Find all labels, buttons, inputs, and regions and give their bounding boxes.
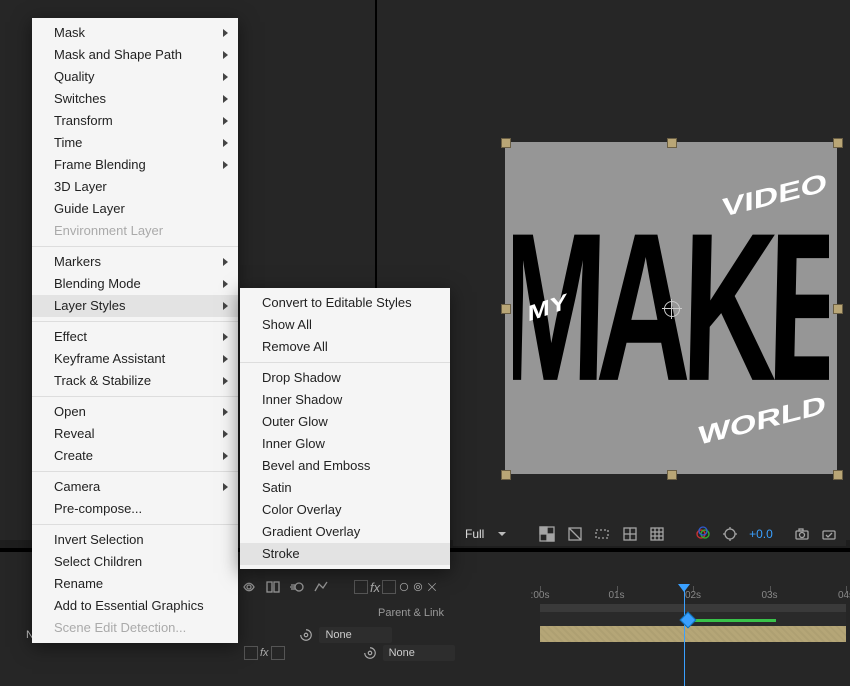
menu-item-convert-to-editable-styles[interactable]: Convert to Editable Styles	[240, 292, 450, 314]
current-time-indicator[interactable]	[684, 586, 685, 686]
cached-frames-bar	[687, 619, 776, 622]
resize-handle-br[interactable]	[833, 470, 843, 480]
menu-separator	[32, 471, 238, 472]
menu-item-select-children[interactable]: Select Children	[32, 551, 238, 573]
pickwhip-icon[interactable]	[363, 646, 377, 660]
layer-styles-submenu: Convert to Editable StylesShow AllRemove…	[240, 288, 450, 569]
channels-icon[interactable]	[694, 525, 712, 543]
menu-separator	[32, 246, 238, 247]
menu-item-environment-layer: Environment Layer	[32, 220, 238, 242]
menu-separator	[240, 362, 450, 363]
menu-item-track-stabilize[interactable]: Track & Stabilize	[32, 370, 238, 392]
composition-preview[interactable]: VIDEO MAKE MY WORLD	[505, 142, 837, 474]
grid-icon[interactable]	[649, 525, 667, 543]
resize-handle-tm[interactable]	[667, 138, 677, 148]
layer-bar[interactable]	[540, 626, 846, 642]
resolution-dropdown[interactable]: Full	[461, 525, 510, 543]
ruler-tick-label: :00s	[531, 590, 550, 601]
menu-item-blending-mode[interactable]: Blending Mode	[32, 273, 238, 295]
graph-editor-icon[interactable]	[312, 578, 330, 596]
menu-item-create[interactable]: Create	[32, 445, 238, 467]
layer-context-menu: MaskMask and Shape PathQualitySwitchesTr…	[32, 18, 238, 643]
menu-item-add-to-essential-graphics[interactable]: Add to Essential Graphics	[32, 595, 238, 617]
menu-item-mask-and-shape-path[interactable]: Mask and Shape Path	[32, 44, 238, 66]
menu-item-markers[interactable]: Markers	[32, 251, 238, 273]
resolution-label: Full	[465, 527, 484, 541]
anchor-point-icon[interactable]	[664, 301, 680, 317]
menu-item-gradient-overlay[interactable]: Gradient Overlay	[240, 521, 450, 543]
menu-item-invert-selection[interactable]: Invert Selection	[32, 529, 238, 551]
menu-item-3d-layer[interactable]: 3D Layer	[32, 176, 238, 198]
parent-dropdown[interactable]: None	[319, 627, 391, 643]
snapshot-icon[interactable]	[793, 525, 811, 543]
menu-item-show-all[interactable]: Show All	[240, 314, 450, 336]
guides-icon[interactable]	[621, 525, 639, 543]
menu-item-satin[interactable]: Satin	[240, 477, 450, 499]
work-area-bar[interactable]	[540, 604, 846, 612]
menu-item-stroke[interactable]: Stroke	[240, 543, 450, 565]
menu-separator	[32, 396, 238, 397]
menu-item-switches[interactable]: Switches	[32, 88, 238, 110]
menu-separator	[32, 321, 238, 322]
reset-exposure-icon[interactable]	[722, 525, 740, 543]
layer-switches[interactable]: fx	[244, 646, 285, 660]
resize-handle-ml[interactable]	[501, 304, 511, 314]
parent-column-header: Parent & Link	[370, 607, 452, 619]
chevron-down-icon	[498, 532, 506, 536]
motion-blur-icon[interactable]	[288, 578, 306, 596]
pickwhip-icon[interactable]	[299, 628, 313, 642]
menu-item-outer-glow[interactable]: Outer Glow	[240, 411, 450, 433]
toggle-transparency-icon[interactable]	[538, 525, 556, 543]
parent-dropdown[interactable]: None	[383, 645, 455, 661]
resize-handle-tl[interactable]	[501, 138, 511, 148]
menu-item-rename[interactable]: Rename	[32, 573, 238, 595]
menu-item-reveal[interactable]: Reveal	[32, 423, 238, 445]
menu-item-open[interactable]: Open	[32, 401, 238, 423]
ruler-tick-label: 03s	[761, 590, 777, 601]
menu-item-inner-shadow[interactable]: Inner Shadow	[240, 389, 450, 411]
menu-item-color-overlay[interactable]: Color Overlay	[240, 499, 450, 521]
menu-item-camera[interactable]: Camera	[32, 476, 238, 498]
timeline-toolbar: fx	[240, 576, 438, 598]
menu-item-transform[interactable]: Transform	[32, 110, 238, 132]
shy-icon[interactable]	[240, 578, 258, 596]
menu-item-keyframe-assistant[interactable]: Keyframe Assistant	[32, 348, 238, 370]
time-ruler[interactable]: :00s01s02s03s04s	[540, 586, 846, 642]
menu-separator	[32, 524, 238, 525]
menu-item-pre-compose[interactable]: Pre-compose...	[32, 498, 238, 520]
resize-handle-bm[interactable]	[667, 470, 677, 480]
menu-item-scene-edit-detection: Scene Edit Detection...	[32, 617, 238, 639]
toggle-mask-icon[interactable]	[566, 525, 584, 543]
frame-blend-icon[interactable]	[264, 578, 282, 596]
ruler-tick-label: 04s	[838, 590, 850, 601]
viewer-controls-bar: Full +0.0	[453, 522, 846, 546]
menu-item-remove-all[interactable]: Remove All	[240, 336, 450, 358]
switches-header: fx	[354, 580, 438, 595]
menu-item-time[interactable]: Time	[32, 132, 238, 154]
show-snapshot-icon[interactable]	[820, 525, 838, 543]
menu-item-effect[interactable]: Effect	[32, 326, 238, 348]
layer-row[interactable]: fx None	[244, 644, 455, 661]
resize-handle-bl[interactable]	[501, 470, 511, 480]
ruler-tick-label: 01s	[608, 590, 624, 601]
region-icon[interactable]	[593, 525, 611, 543]
menu-item-inner-glow[interactable]: Inner Glow	[240, 433, 450, 455]
menu-item-drop-shadow[interactable]: Drop Shadow	[240, 367, 450, 389]
menu-item-mask[interactable]: Mask	[32, 22, 238, 44]
menu-item-frame-blending[interactable]: Frame Blending	[32, 154, 238, 176]
resize-handle-mr[interactable]	[833, 304, 843, 314]
exposure-value[interactable]: +0.0	[749, 527, 773, 541]
resize-handle-tr[interactable]	[833, 138, 843, 148]
menu-item-bevel-and-emboss[interactable]: Bevel and Emboss	[240, 455, 450, 477]
menu-item-guide-layer[interactable]: Guide Layer	[32, 198, 238, 220]
menu-item-quality[interactable]: Quality	[32, 66, 238, 88]
menu-item-layer-styles[interactable]: Layer Styles	[32, 295, 238, 317]
